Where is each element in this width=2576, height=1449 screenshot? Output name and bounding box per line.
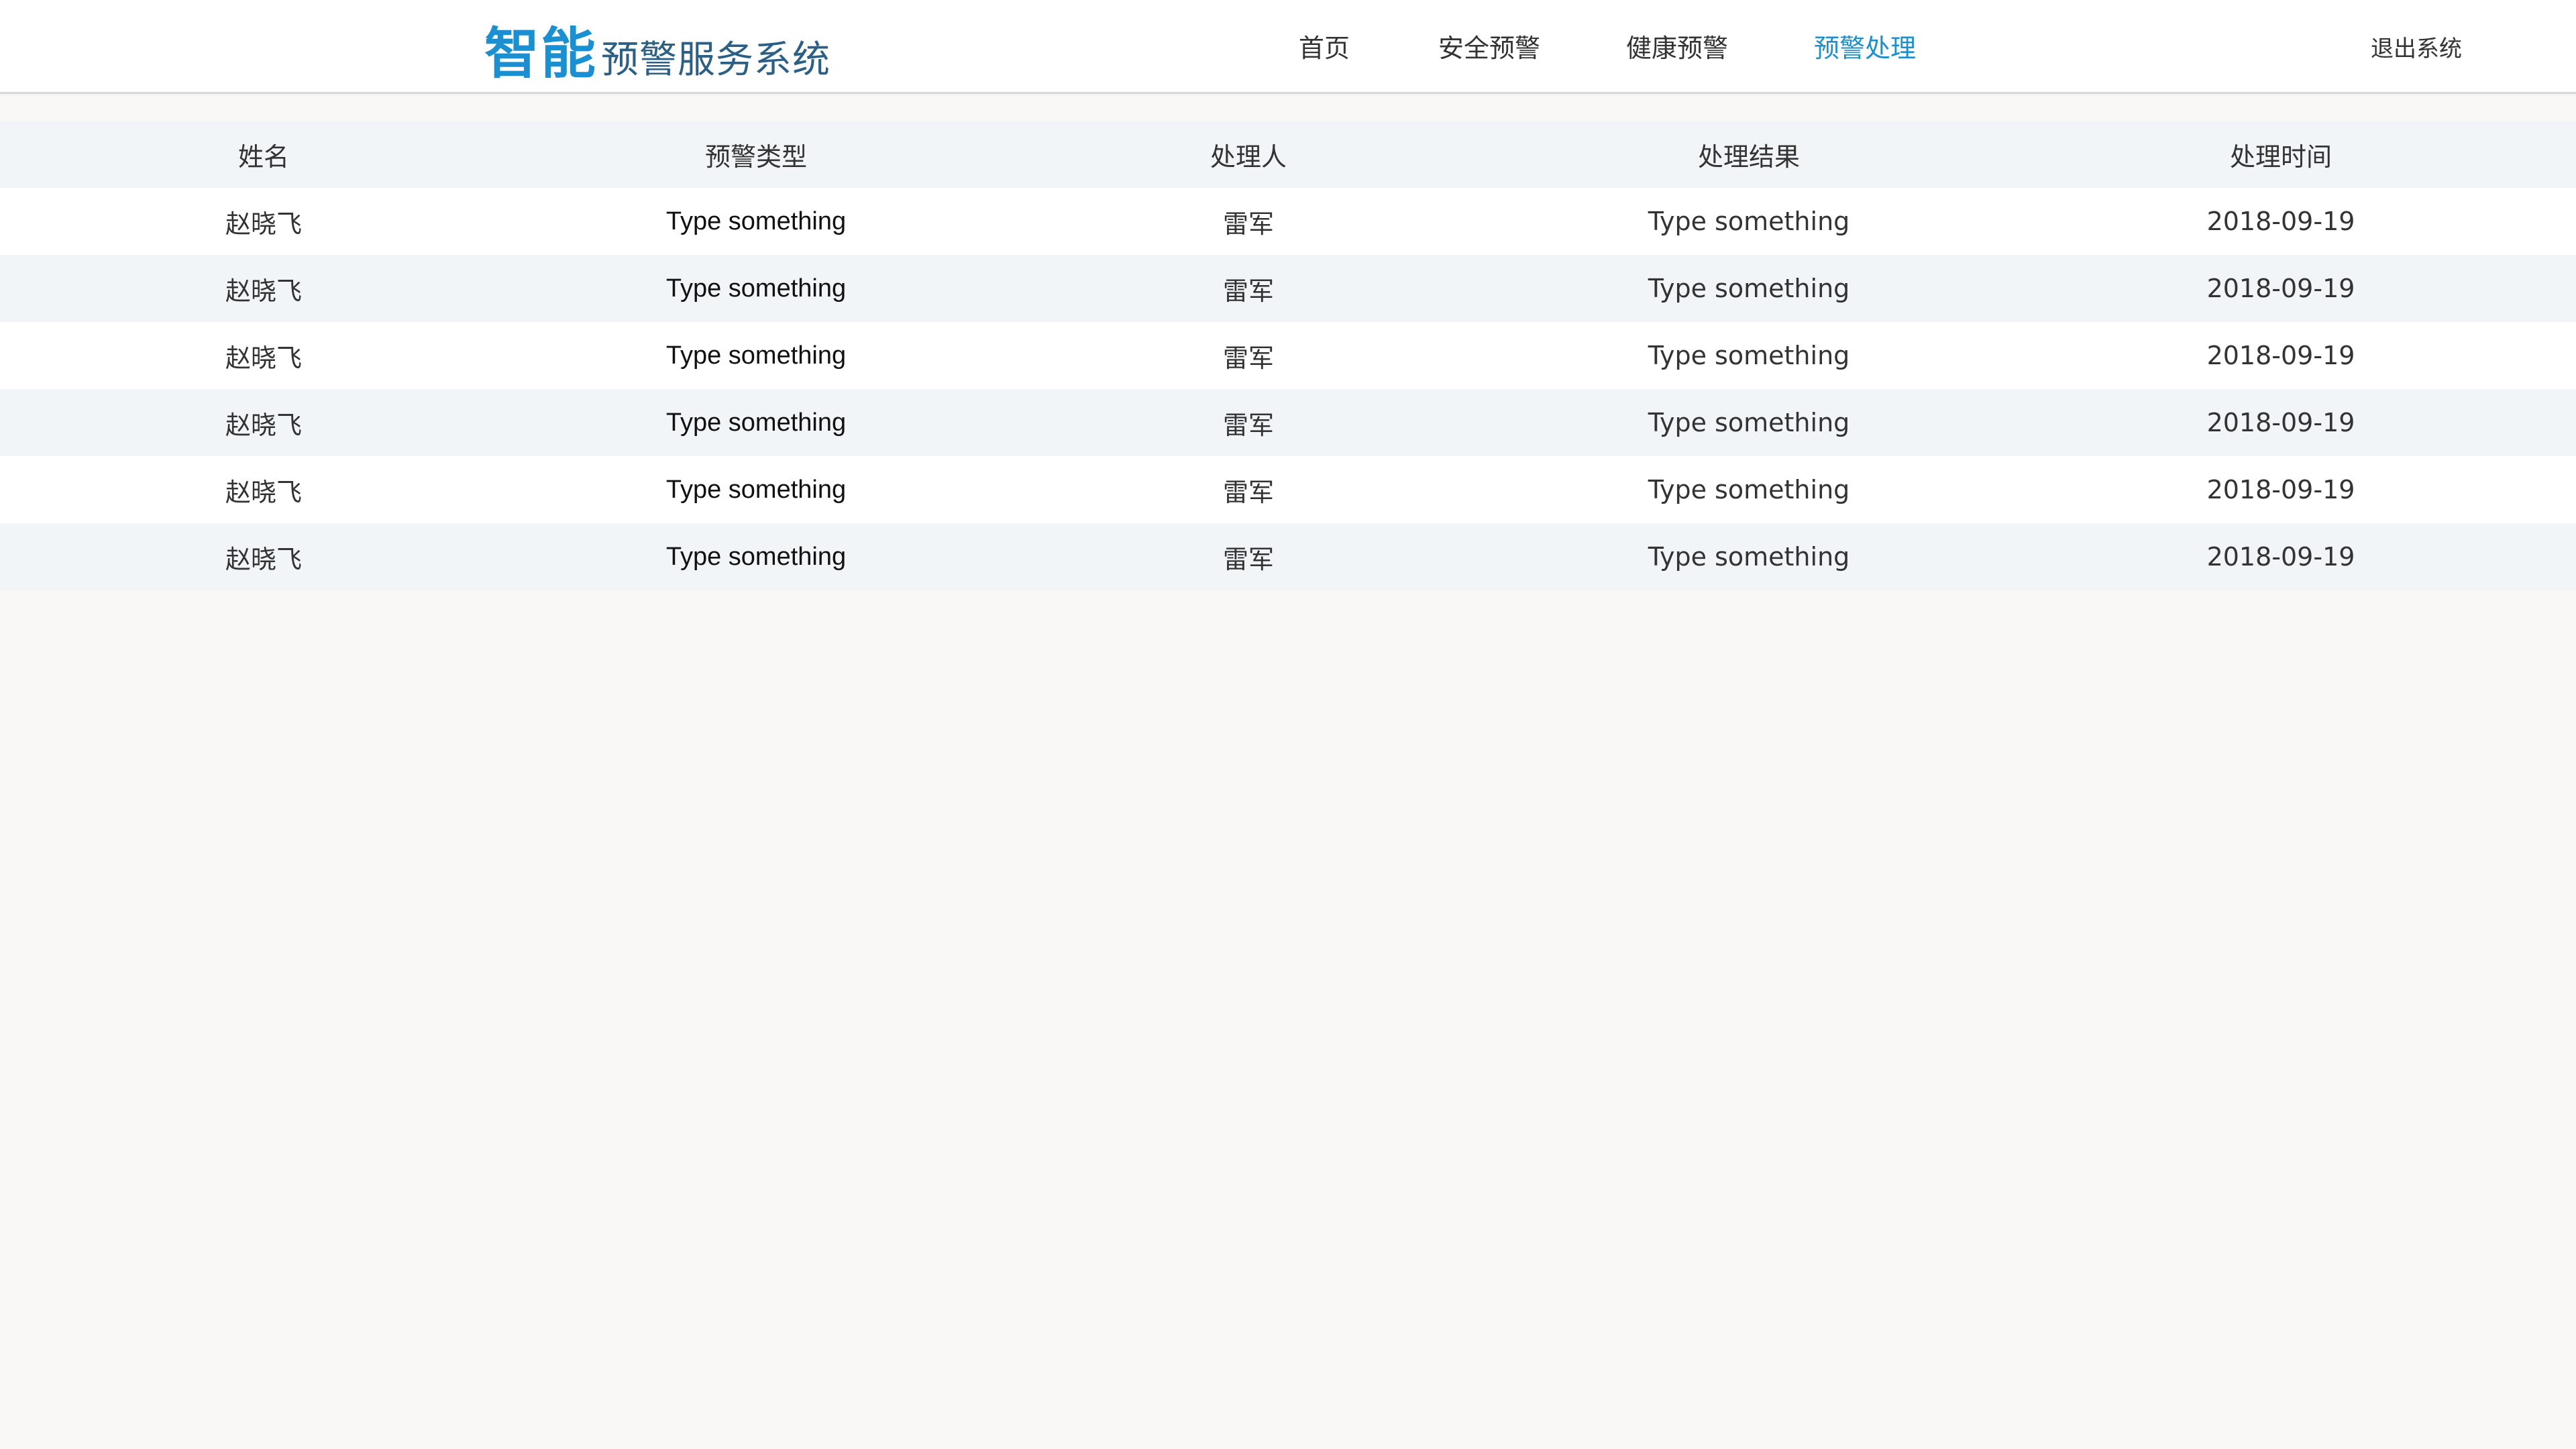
cell-handler: 雷军 bbox=[1222, 343, 1274, 373]
cell-time: 2018-09-19 bbox=[2206, 274, 2355, 303]
cell-result: Type something bbox=[1648, 207, 1850, 236]
cell-result: Type something bbox=[1648, 408, 1850, 437]
cell-time: 2018-09-19 bbox=[2206, 408, 2355, 437]
table-header-row: 姓名 预警类型 处理人 处理结果 处理时间 bbox=[0, 121, 2576, 188]
table-row[interactable]: 赵晓飞 Type something 雷军 Type something 201… bbox=[0, 188, 2576, 255]
logo-strong-text: 智能 bbox=[484, 22, 598, 86]
cell-handler: 雷军 bbox=[1222, 276, 1274, 306]
cell-name: 赵晓飞 bbox=[225, 477, 302, 507]
column-header-time[interactable]: 处理时间 bbox=[1986, 136, 2576, 173]
logo-title-text: 预警服务系统 bbox=[601, 38, 831, 82]
cell-handler: 雷军 bbox=[1222, 477, 1274, 507]
nav-item-home[interactable]: 首页 bbox=[1299, 30, 1350, 67]
cell-time: 2018-09-19 bbox=[2206, 207, 2355, 236]
alert-handling-table: 姓名 预警类型 处理人 处理结果 处理时间 赵晓飞 Type something… bbox=[0, 121, 2576, 590]
cell-name: 赵晓飞 bbox=[225, 343, 302, 373]
app-logo[interactable]: 智能 预警服务系统 bbox=[484, 15, 830, 82]
cell-name: 赵晓飞 bbox=[225, 410, 302, 440]
column-header-alert-type[interactable]: 预警类型 bbox=[527, 136, 985, 173]
cell-alert-type: Type something bbox=[665, 274, 847, 303]
cell-result: Type something bbox=[1648, 341, 1850, 370]
column-header-handler[interactable]: 处理人 bbox=[985, 136, 1512, 173]
cell-alert-type: Type something bbox=[665, 408, 847, 437]
nav-item-safety-alert[interactable]: 安全预警 bbox=[1438, 30, 1540, 67]
cell-alert-type: Type something bbox=[665, 475, 847, 504]
column-header-result[interactable]: 处理结果 bbox=[1512, 136, 1986, 173]
cell-name: 赵晓飞 bbox=[225, 276, 302, 306]
column-header-name[interactable]: 姓名 bbox=[0, 136, 527, 173]
cell-result: Type something bbox=[1648, 274, 1850, 303]
cell-alert-type: Type something bbox=[665, 341, 847, 370]
cell-alert-type: Type something bbox=[665, 542, 847, 571]
cell-handler: 雷军 bbox=[1222, 209, 1274, 239]
cell-alert-type: Type something bbox=[665, 207, 847, 235]
cell-time: 2018-09-19 bbox=[2206, 341, 2355, 370]
nav-item-alert-handling[interactable]: 预警处理 bbox=[1814, 30, 1916, 67]
table-row[interactable]: 赵晓飞 Type something 雷军 Type something 201… bbox=[0, 523, 2576, 590]
cell-time: 2018-09-19 bbox=[2206, 542, 2355, 572]
cell-result: Type something bbox=[1648, 475, 1850, 504]
cell-handler: 雷军 bbox=[1222, 544, 1274, 574]
cell-name: 赵晓飞 bbox=[225, 209, 302, 239]
cell-name: 赵晓飞 bbox=[225, 544, 302, 574]
table-row[interactable]: 赵晓飞 Type something 雷军 Type something 201… bbox=[0, 322, 2576, 389]
top-header: 智能 预警服务系统 首页 安全预警 健康预警 预警处理 退出系统 bbox=[0, 0, 2576, 94]
cell-time: 2018-09-19 bbox=[2206, 475, 2355, 504]
table-row[interactable]: 赵晓飞 Type something 雷军 Type something 201… bbox=[0, 255, 2576, 322]
logout-button[interactable]: 退出系统 bbox=[2371, 32, 2462, 66]
table-row[interactable]: 赵晓飞 Type something 雷军 Type something 201… bbox=[0, 389, 2576, 456]
nav-item-health-alert[interactable]: 健康预警 bbox=[1626, 30, 1728, 67]
table-row[interactable]: 赵晓飞 Type something 雷军 Type something 201… bbox=[0, 456, 2576, 523]
cell-result: Type something bbox=[1648, 542, 1850, 572]
cell-handler: 雷军 bbox=[1222, 410, 1274, 440]
